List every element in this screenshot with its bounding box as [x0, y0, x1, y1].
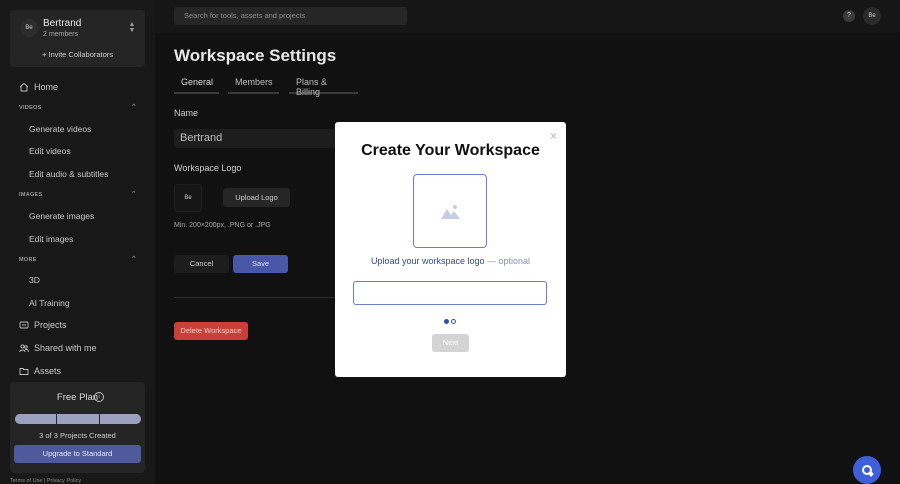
sidebar-item-assets-label: Assets [34, 366, 62, 376]
step-indicator [444, 319, 456, 324]
optional-label: — optional [484, 256, 531, 266]
tab-members[interactable]: Members [228, 77, 279, 94]
sidebar-item-edit-videos[interactable]: Edit videos [29, 146, 71, 156]
switch-chevrons-icon[interactable]: ▲ ▼ [128, 21, 136, 34]
save-button[interactable]: Save [233, 255, 288, 273]
search-input[interactable]: Search for tools, assets and projects [174, 7, 407, 25]
help-icon[interactable]: ? [843, 10, 855, 22]
progress-segment [15, 414, 58, 424]
projects-count: 3 of 3 Projects Created [39, 431, 116, 440]
invite-collaborators-button[interactable]: + Invite Collaborators [10, 50, 145, 59]
section-images[interactable]: IMAGES ⌃ [19, 190, 137, 198]
create-workspace-modal: × Create Your Workspace Upload your work… [335, 122, 566, 377]
sidebar-item-home[interactable]: Home [19, 82, 58, 92]
logo-hint: Min. 200×200px, .PNG or .JPG [174, 222, 271, 229]
home-icon [19, 82, 29, 92]
image-placeholder-icon [441, 205, 460, 219]
close-icon[interactable]: × [550, 129, 557, 143]
logo-label: Workspace Logo [174, 163, 242, 173]
workspace-name: Bertrand [43, 18, 82, 29]
chevron-up-icon[interactable]: ⌃ [131, 103, 137, 111]
user-avatar[interactable]: Be [863, 7, 881, 25]
folder-icon [19, 368, 29, 375]
chat-support-button[interactable] [853, 456, 881, 484]
projects-icon [19, 321, 29, 329]
logo-upload-dropzone[interactable] [413, 174, 487, 248]
cancel-button[interactable]: Cancel [174, 255, 229, 273]
shared-users-icon [19, 344, 29, 353]
workspace-avatar: Be [20, 19, 38, 37]
divider [174, 297, 334, 298]
sidebar-item-projects[interactable]: Projects [19, 320, 67, 330]
chevron-up-icon[interactable]: ⌃ [131, 190, 137, 198]
workspace-switcher[interactable]: Be Bertrand 2 members ▲ ▼ + Invite Collab… [10, 10, 145, 67]
sidebar-item-3d[interactable]: 3D [29, 275, 40, 285]
upload-logo-link-text: Upload your workspace logo [370, 256, 485, 266]
tab-general[interactable]: General [174, 77, 219, 94]
progress-segment [57, 414, 100, 424]
plan-card: Free Plan i 3 of 3 Projects Created Upgr… [10, 382, 145, 473]
plan-title: Free Plan [56, 392, 99, 403]
workspace-members: 2 members [43, 31, 79, 38]
sidebar-item-home-label: Home [34, 82, 59, 92]
upload-logo-button[interactable]: Upload Logo [223, 188, 290, 207]
footer-links[interactable]: Terms of Use | Privacy Policy [10, 478, 81, 484]
sidebar-item-edit-audio[interactable]: Edit audio & subtitles [29, 169, 108, 179]
chat-icon-tail [868, 471, 874, 477]
sidebar-item-ai-training[interactable]: AI Training [29, 298, 70, 308]
delete-workspace-button[interactable]: Delete Workspace [174, 322, 248, 340]
progress-segment [99, 414, 141, 424]
sidebar-item-generate-images[interactable]: Generate images [29, 211, 94, 221]
section-images-label: IMAGES [19, 192, 43, 198]
step-dot-active [444, 319, 449, 324]
section-videos-label: VIDEOS [19, 105, 42, 111]
logo-preview: Be [174, 184, 202, 212]
section-more-label: MORE [19, 257, 37, 263]
sidebar-item-generate-videos[interactable]: Generate videos [29, 124, 91, 134]
sidebar: Be Bertrand 2 members ▲ ▼ + Invite Collab… [0, 0, 155, 484]
app-root: Be Bertrand 2 members ▲ ▼ + Invite Collab… [0, 0, 900, 484]
next-button[interactable]: Next [432, 334, 469, 352]
step-dot [451, 319, 456, 324]
topbar: Search for tools, assets and projects ? … [155, 0, 900, 33]
info-icon[interactable]: i [94, 392, 104, 402]
sidebar-item-edit-images[interactable]: Edit images [29, 234, 73, 244]
section-more[interactable]: MORE ⌃ [19, 255, 137, 263]
modal-title: Create Your Workspace [361, 142, 540, 159]
workspace-name-field[interactable] [353, 281, 547, 305]
sidebar-item-shared-label: Shared with me [34, 343, 97, 353]
tab-plans-billing[interactable]: Plans & Billing [289, 77, 358, 97]
projects-progress-bar [15, 414, 141, 424]
page-title: Workspace Settings [174, 46, 337, 65]
upgrade-button[interactable]: Upgrade to Standard [14, 445, 141, 463]
chevron-up-icon[interactable]: ⌃ [131, 255, 137, 263]
upload-logo-link[interactable]: Upload your workspace logo — optional [335, 256, 566, 266]
sidebar-item-projects-label: Projects [34, 320, 67, 330]
name-label: Name [174, 108, 199, 118]
section-videos[interactable]: VIDEOS ⌃ [19, 103, 137, 111]
sidebar-item-shared[interactable]: Shared with me [19, 343, 97, 353]
sidebar-item-assets[interactable]: Assets [19, 366, 61, 376]
